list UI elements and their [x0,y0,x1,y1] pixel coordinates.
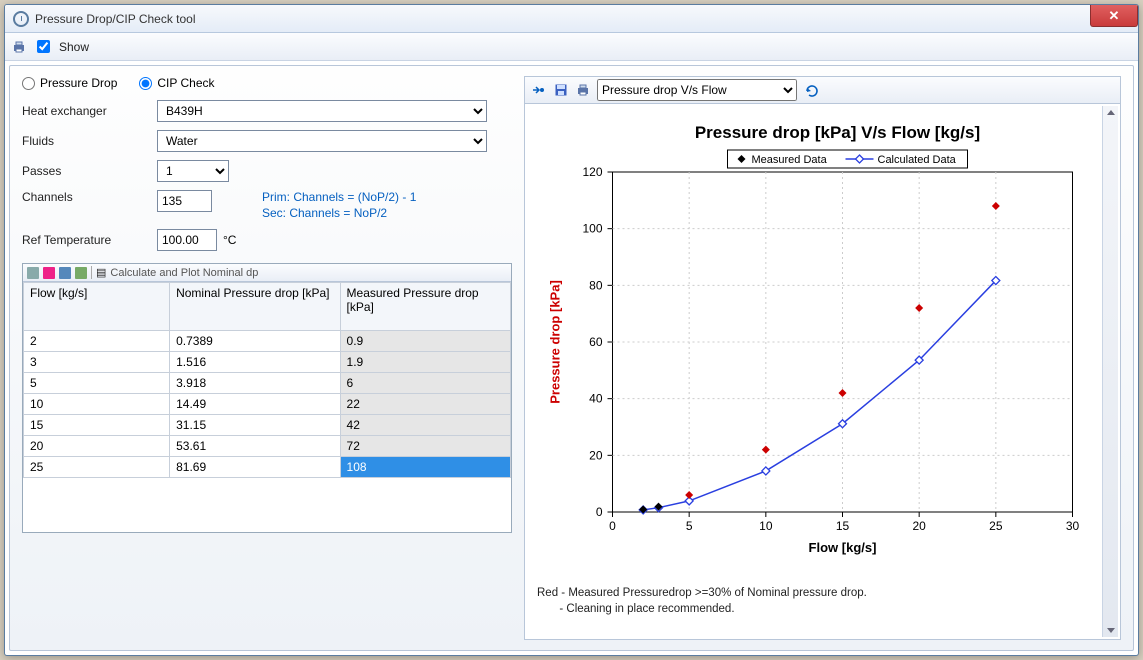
cell-flow[interactable]: 20 [24,436,170,457]
cell-measured[interactable]: 72 [340,436,510,457]
radio-cip-check[interactable]: CIP Check [139,76,214,90]
cell-nominal[interactable]: 3.918 [170,373,340,394]
table-row[interactable]: 31.5161.9 [24,352,511,373]
chart-scrollbar[interactable] [1102,106,1118,637]
chart-type-select[interactable]: Pressure drop V/s Flow [597,79,797,101]
cell-flow[interactable]: 2 [24,331,170,352]
cell-measured[interactable]: 22 [340,394,510,415]
svg-text:20: 20 [912,519,926,533]
client-area: Pressure Drop CIP Check Heat exchanger B… [9,65,1134,651]
svg-text:Measured Data: Measured Data [752,154,828,166]
channels-input[interactable] [157,190,212,212]
export-icon[interactable] [531,82,547,98]
chart-legend: Measured Data Calculated Data [728,150,968,168]
cell-measured[interactable]: 1.9 [340,352,510,373]
show-label: Show [59,40,89,54]
channels-hint: Prim: Channels = (NoP/2) - 1 Sec: Channe… [262,190,416,221]
left-panel: Pressure Drop CIP Check Heat exchanger B… [22,76,512,640]
svg-text:0: 0 [596,505,603,519]
app-window: Pressure Drop/CIP Check tool ✕ Show Pres… [4,4,1139,656]
svg-text:30: 30 [1066,519,1080,533]
cell-nominal[interactable]: 0.7389 [170,331,340,352]
heat-exchanger-label: Heat exchanger [22,104,157,118]
chart-title: Pressure drop [kPa] V/s Flow [kg/s] [695,123,980,142]
ref-temp-input[interactable] [157,229,217,251]
table-row[interactable]: 2053.6172 [24,436,511,457]
fluids-label: Fluids [22,134,157,148]
chart-footer: Red - Measured Pressuredrop >=30% of Nom… [533,582,1102,617]
svg-text:0: 0 [609,519,616,533]
show-checkbox[interactable] [37,40,50,53]
data-table-container: ▤ Calculate and Plot Nominal dp Flow [kg… [22,263,512,533]
cell-nominal[interactable]: 31.15 [170,415,340,436]
col-nominal: Nominal Pressure drop [kPa] [170,283,340,331]
cell-flow[interactable]: 5 [24,373,170,394]
chart-toolbar: Pressure drop V/s Flow [524,76,1121,104]
menubar: Show [5,33,1138,61]
print-icon[interactable] [11,39,27,55]
chart-area: Pressure drop [kPa] V/s Flow [kg/s] Meas… [524,104,1121,640]
table-row[interactable]: 20.73890.9 [24,331,511,352]
cell-flow[interactable]: 3 [24,352,170,373]
channels-label: Channels [22,190,157,204]
heat-exchanger-select[interactable]: B439H [157,100,487,122]
cell-nominal[interactable]: 81.69 [170,457,340,478]
data-table: Flow [kg/s] Nominal Pressure drop [kPa] … [23,282,511,478]
svg-text:5: 5 [686,519,693,533]
svg-text:25: 25 [989,519,1003,533]
cell-flow[interactable]: 10 [24,394,170,415]
svg-text:Calculated Data: Calculated Data [878,154,957,166]
chart-svg: Pressure drop [kPa] V/s Flow [kg/s] Meas… [533,112,1102,582]
svg-text:120: 120 [582,165,602,179]
ref-temp-label: Ref Temperature [22,233,157,247]
cell-flow[interactable]: 15 [24,415,170,436]
passes-label: Passes [22,164,157,178]
cell-measured[interactable]: 108 [340,457,510,478]
fluids-select[interactable]: Water [157,130,487,152]
cell-measured[interactable]: 42 [340,415,510,436]
svg-text:10: 10 [759,519,773,533]
cell-measured[interactable]: 6 [340,373,510,394]
window-title: Pressure Drop/CIP Check tool [35,12,196,26]
table-row[interactable]: 2581.69108 [24,457,511,478]
x-axis-label: Flow [kg/s] [809,540,877,555]
svg-text:40: 40 [589,392,603,406]
mode-radio-group: Pressure Drop CIP Check [22,76,512,90]
svg-text:60: 60 [589,335,603,349]
cell-flow[interactable]: 25 [24,457,170,478]
ref-temp-unit: °C [223,233,236,247]
y-axis-label: Pressure drop [kPa] [548,280,563,404]
app-icon [13,11,29,27]
cell-nominal[interactable]: 53.61 [170,436,340,457]
radio-pressure-drop[interactable]: Pressure Drop [22,76,117,90]
table-row[interactable]: 1531.1542 [24,415,511,436]
table-row[interactable]: 1014.4922 [24,394,511,415]
cell-nominal[interactable]: 14.49 [170,394,340,415]
passes-select[interactable]: 1 [157,160,229,182]
titlebar: Pressure Drop/CIP Check tool ✕ [5,5,1138,33]
table-row[interactable]: 53.9186 [24,373,511,394]
svg-text:20: 20 [589,448,603,462]
svg-text:15: 15 [836,519,850,533]
svg-text:100: 100 [582,222,602,236]
col-measured: Measured Pressure drop [kPa] [340,283,510,331]
right-panel: Pressure drop V/s Flow Pressure drop [kP… [524,76,1121,640]
col-flow: Flow [kg/s] [24,283,170,331]
cell-nominal[interactable]: 1.516 [170,352,340,373]
svg-text:80: 80 [589,278,603,292]
save-icon[interactable] [553,82,569,98]
close-button[interactable]: ✕ [1090,5,1138,27]
table-toolbar[interactable]: ▤ Calculate and Plot Nominal dp [23,264,511,282]
cell-measured[interactable]: 0.9 [340,331,510,352]
print-chart-icon[interactable] [575,82,591,98]
refresh-icon[interactable] [803,82,819,98]
